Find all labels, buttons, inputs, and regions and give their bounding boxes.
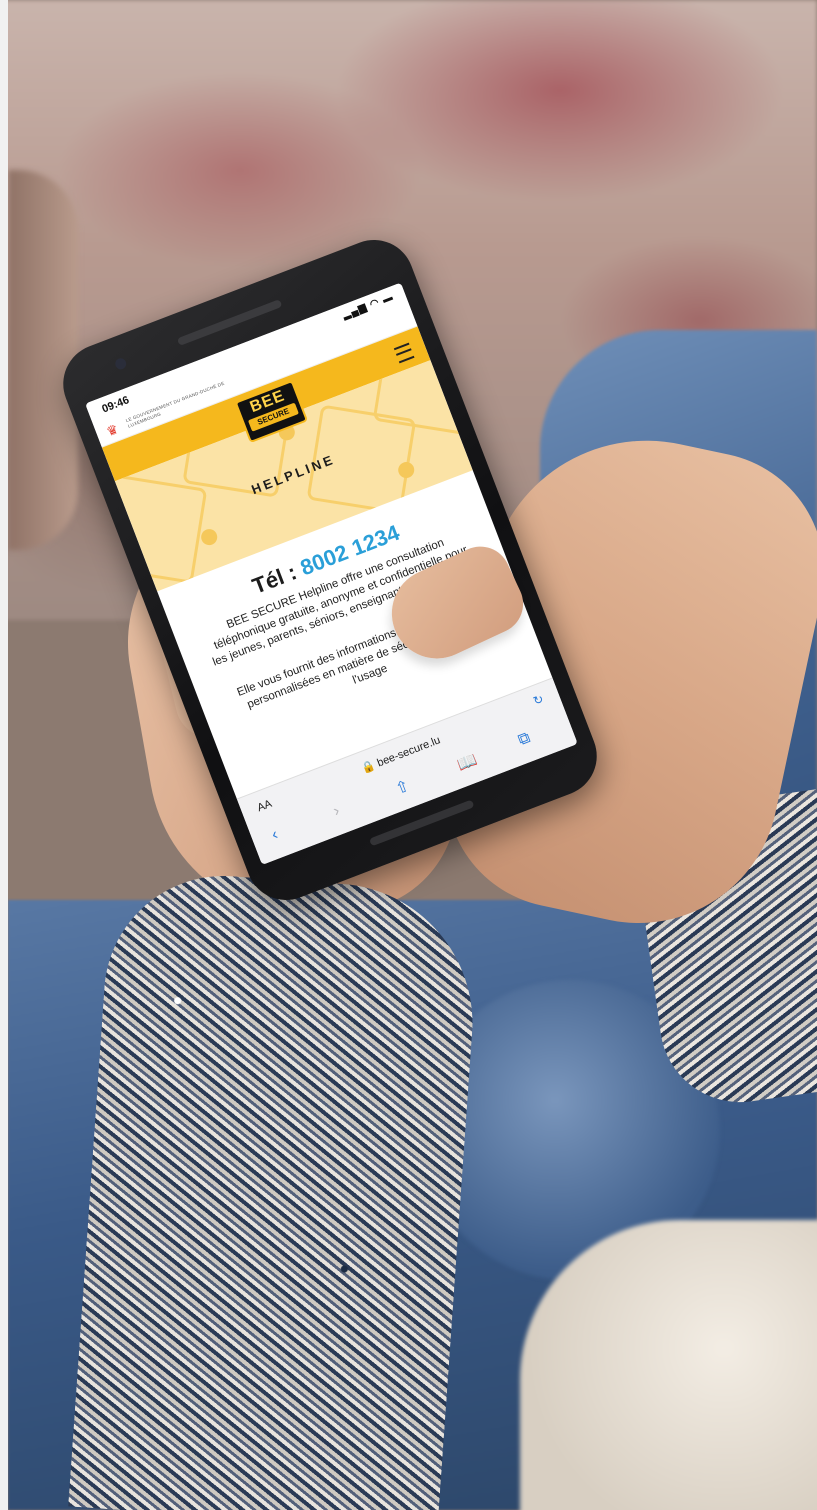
photo-scene: 09:46 ▂▄▆ ◠ ▬ ♛ LE GOUVERNEMENT DU GRAND… — [0, 0, 817, 1510]
hexagon-node — [198, 526, 220, 548]
bookmarks-icon[interactable]: 📖 — [454, 750, 480, 776]
back-icon[interactable]: ‹ — [269, 826, 280, 845]
sweater-sleeve-left — [68, 867, 482, 1510]
share-icon[interactable]: ⇧ — [393, 776, 413, 799]
tabs-icon[interactable]: ⧉ — [516, 729, 533, 750]
luxembourg-lion-icon: ♛ — [104, 421, 121, 440]
hamburger-menu-icon[interactable] — [393, 342, 415, 364]
forward-icon[interactable]: › — [331, 802, 342, 821]
white-edge — [0, 0, 8, 1510]
